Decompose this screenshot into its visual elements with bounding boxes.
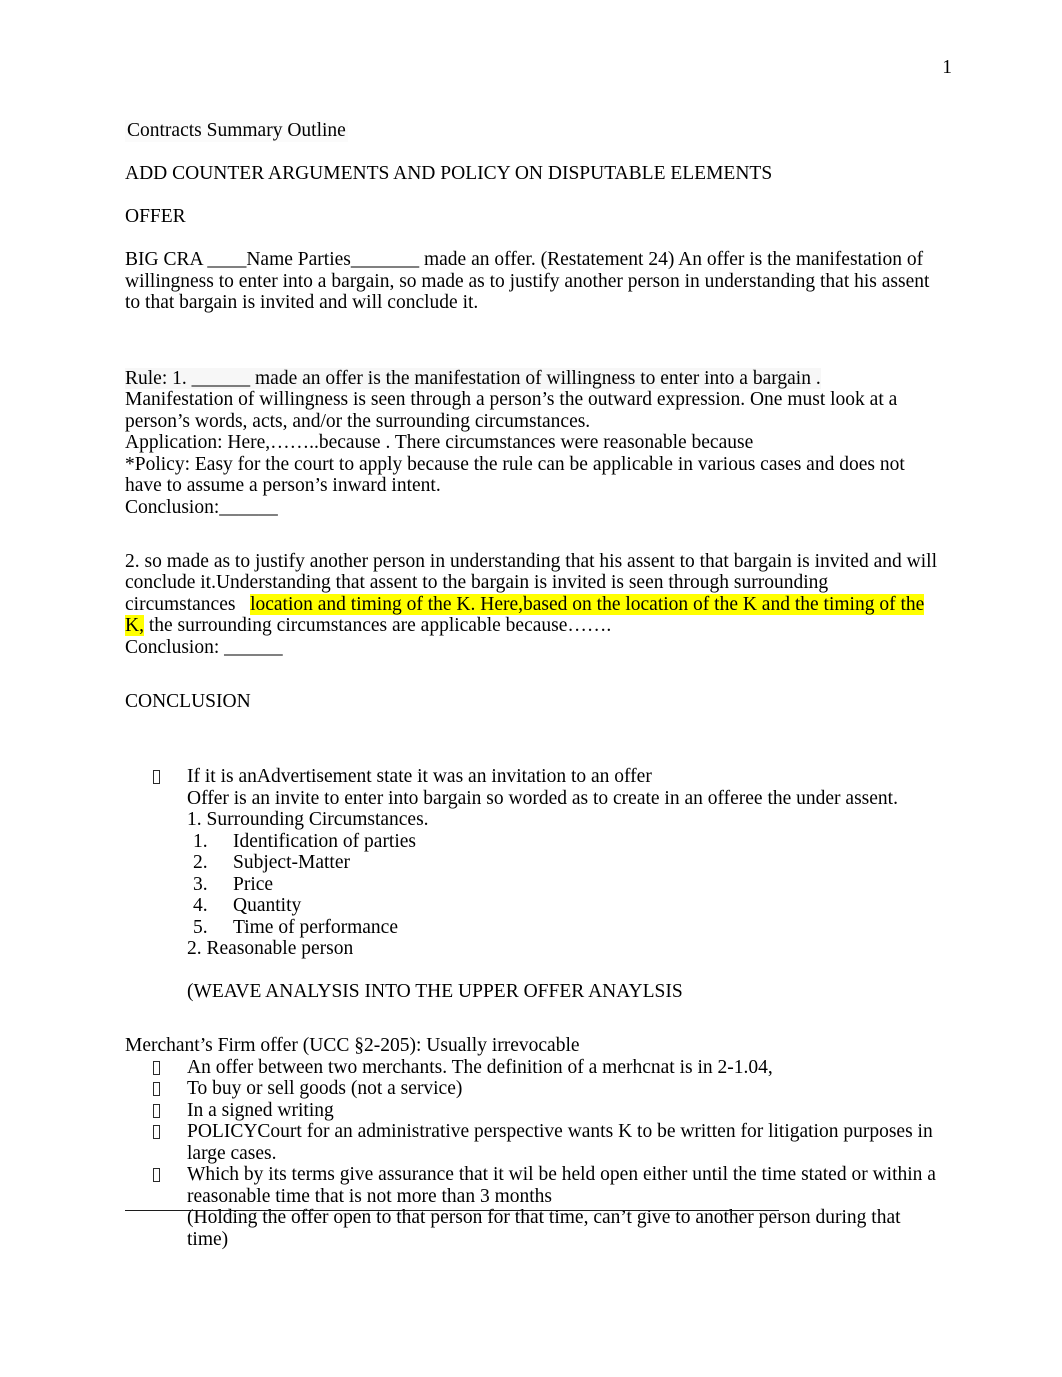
advertisement-sub-line-1: Offer is an invite to enter into bargain… [187, 787, 898, 809]
list-item: In a signed writing [125, 1100, 937, 1122]
list-label: Price [233, 873, 274, 895]
advertisement-sub-line-2: 1. Surrounding Circumstances. [187, 809, 429, 830]
rule-line-3-application: Application: Here,……..because . There ci… [125, 432, 754, 453]
element-two-paragraph: 2. so made as to justify another person … [125, 551, 937, 637]
advertisement-bullet-text: If it is anAdvertisement state it was an… [187, 766, 652, 787]
missing-glyph-bullet-icon [153, 1125, 160, 1139]
element-two-plain-3: the surrounding circumstances are applic… [143, 615, 612, 636]
list-item: To buy or sell goods (not a service) [125, 1078, 937, 1100]
missing-glyph-bullet-icon [153, 1060, 160, 1075]
merchant-holding-note: (Holding the offer open to that person f… [187, 1207, 901, 1250]
merchant-bullet-text: To buy or sell goods (not a service) [187, 1078, 463, 1099]
list-label: Quantity [233, 895, 302, 916]
list-number: 3. [193, 873, 208, 895]
missing-glyph-bullet-icon [153, 770, 160, 784]
element-two-conclusion: Conclusion: ______ [125, 636, 283, 658]
rule-line-2: Manifestation of willingness is seen thr… [125, 389, 898, 432]
list-label: Time of performance [233, 916, 398, 938]
merchant-firm-offer-heading: Merchant’s Firm offer (UCC §2-205): Usua… [125, 1035, 580, 1056]
list-item: 1. Identification of parties [125, 831, 937, 853]
missing-glyph-bullet-icon [153, 1082, 160, 1096]
document-page: 1 Contracts Summary Outline ADD COUNTER … [0, 0, 1062, 1377]
add-counter-arguments-heading: ADD COUNTER ARGUMENTS AND POLICY ON DISP… [125, 163, 773, 184]
list-number: 1. [193, 830, 208, 852]
list-item: POLICYCourt for an administrative perspe… [125, 1121, 937, 1164]
rule-line-1: Rule: 1. ______ made an offer is the man… [125, 367, 937, 390]
list-item: 4. Quantity [125, 895, 937, 917]
rule-line-5-conclusion: Conclusion:______ [125, 496, 278, 518]
merchant-bullet-text: An offer between two merchants. The defi… [187, 1056, 773, 1078]
document-title-line: Contracts Summary Outline [125, 120, 937, 142]
rule-line-1-text: Rule: 1. ______ made an offer is the man… [125, 367, 821, 389]
list-label: Subject-Matter [233, 852, 350, 873]
list-item: 3. Price [125, 874, 937, 896]
page-number: 1 [942, 57, 952, 78]
advertisement-bullet-list: If it is anAdvertisement state it was an… [125, 766, 937, 788]
conclusion-heading: CONCLUSION [125, 690, 251, 712]
list-item: 5. Time of performance [125, 917, 937, 939]
big-cra-paragraph: BIG CRA ____Name Parties_______ made an … [125, 249, 930, 313]
list-number: 4. [193, 895, 208, 916]
list-number: 2. [193, 852, 208, 873]
merchant-bullet-text: In a signed writing [187, 1099, 334, 1121]
advertisement-sub-line-3: 2. Reasonable person [187, 938, 354, 959]
list-item: An offer between two merchants. The defi… [125, 1057, 937, 1079]
weave-analysis-note: (WEAVE ANALYSIS INTO THE UPPER OFFER ANA… [187, 981, 683, 1002]
rule-line-4-policy: *Policy: Easy for the court to apply bec… [125, 453, 905, 497]
merchant-bullet-text: POLICYCourt for an administrative perspe… [187, 1121, 933, 1164]
merchant-bullet-list: An offer between two merchants. The defi… [125, 1057, 937, 1208]
list-number: 5. [193, 916, 208, 938]
list-label: Identification of parties [233, 830, 417, 852]
document-body: Contracts Summary Outline ADD COUNTER AR… [125, 120, 937, 1250]
missing-glyph-bullet-icon [153, 1168, 160, 1182]
merchant-bullet-text: Which by its terms give assurance that i… [187, 1164, 936, 1207]
offer-section-heading: OFFER [125, 206, 186, 227]
surrounding-circumstances-list: 1. Identification of parties 2. Subject-Ma… [125, 831, 937, 939]
list-item: If it is anAdvertisement state it was an… [125, 766, 937, 788]
list-item: Which by its terms give assurance that i… [125, 1164, 937, 1207]
document-title: Contracts Summary Outline [125, 120, 348, 142]
missing-glyph-bullet-icon [153, 1103, 160, 1118]
footnote-separator [125, 1210, 779, 1211]
list-item: 2. Subject-Matter [125, 852, 937, 874]
